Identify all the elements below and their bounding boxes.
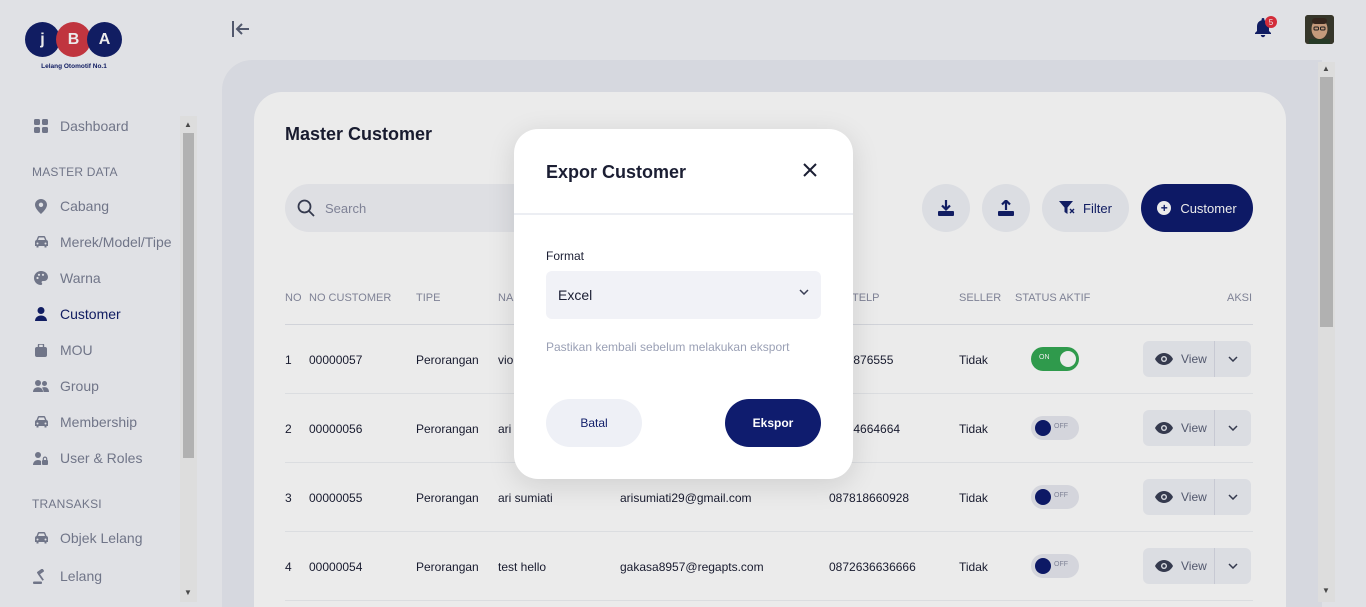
chevron-down-icon (799, 289, 809, 295)
modal-divider (514, 213, 853, 215)
close-button[interactable] (802, 162, 820, 180)
export-modal: Expor Customer Format Excel Pastikan kem… (514, 129, 853, 479)
close-icon (803, 163, 817, 177)
format-selected-value: Excel (558, 287, 593, 303)
format-select[interactable]: Excel (546, 271, 821, 319)
cancel-button[interactable]: Batal (546, 399, 642, 447)
export-submit-button[interactable]: Ekspor (725, 399, 821, 447)
export-hint: Pastikan kembali sebelum melakukan ekspo… (546, 340, 790, 354)
format-label: Format (546, 249, 585, 263)
modal-title: Expor Customer (546, 162, 687, 182)
